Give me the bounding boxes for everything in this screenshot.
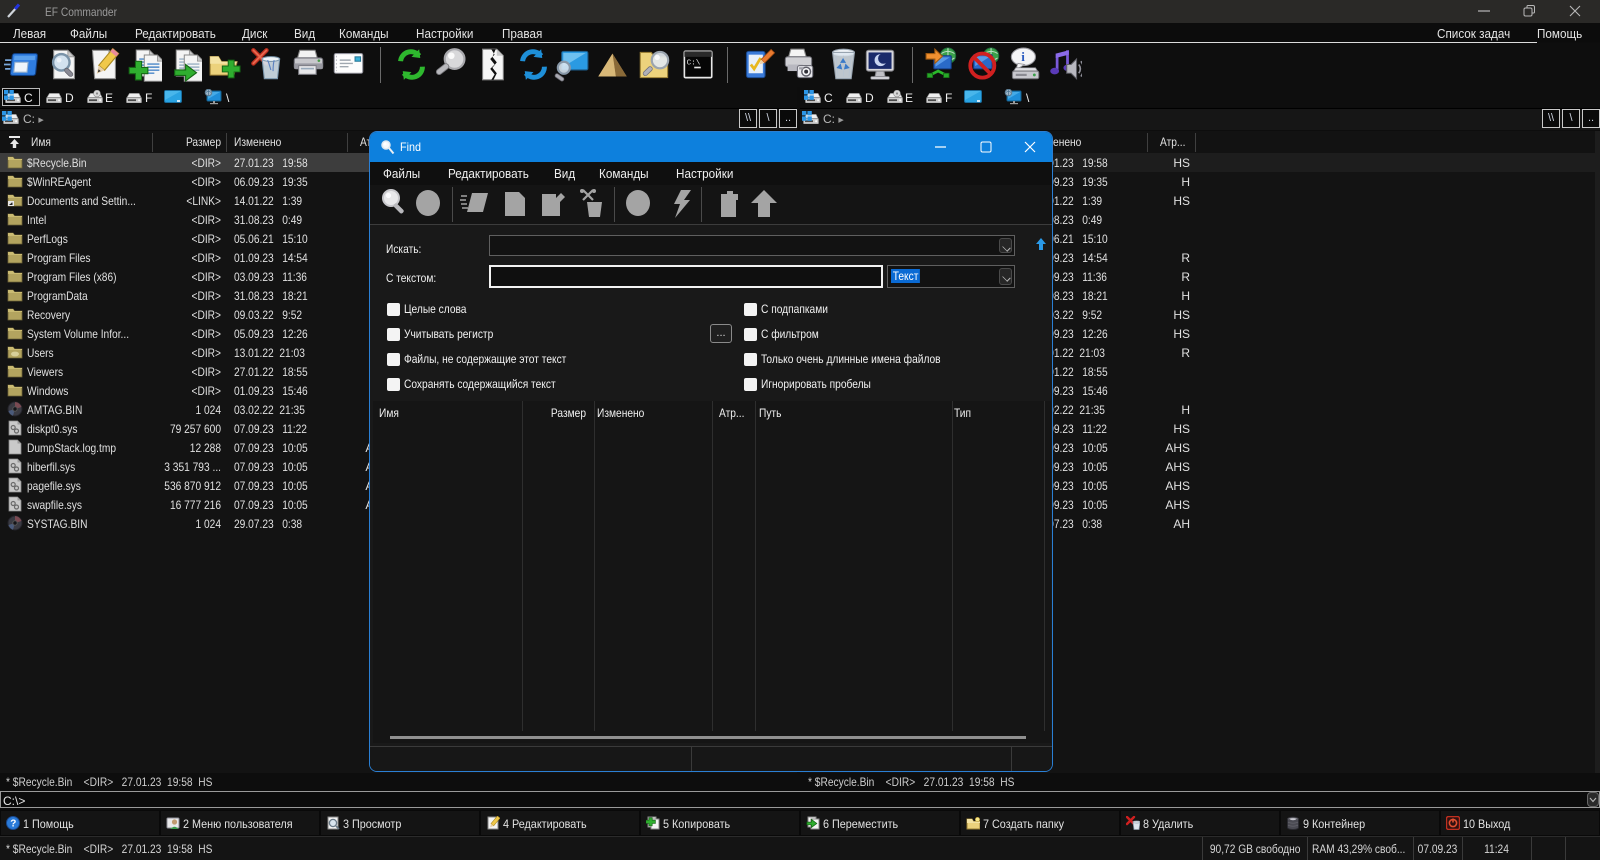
svg-text:i: i — [1021, 49, 1025, 64]
svg-text:C:\: C:\ — [687, 60, 701, 68]
svg-text:?: ? — [10, 819, 16, 830]
